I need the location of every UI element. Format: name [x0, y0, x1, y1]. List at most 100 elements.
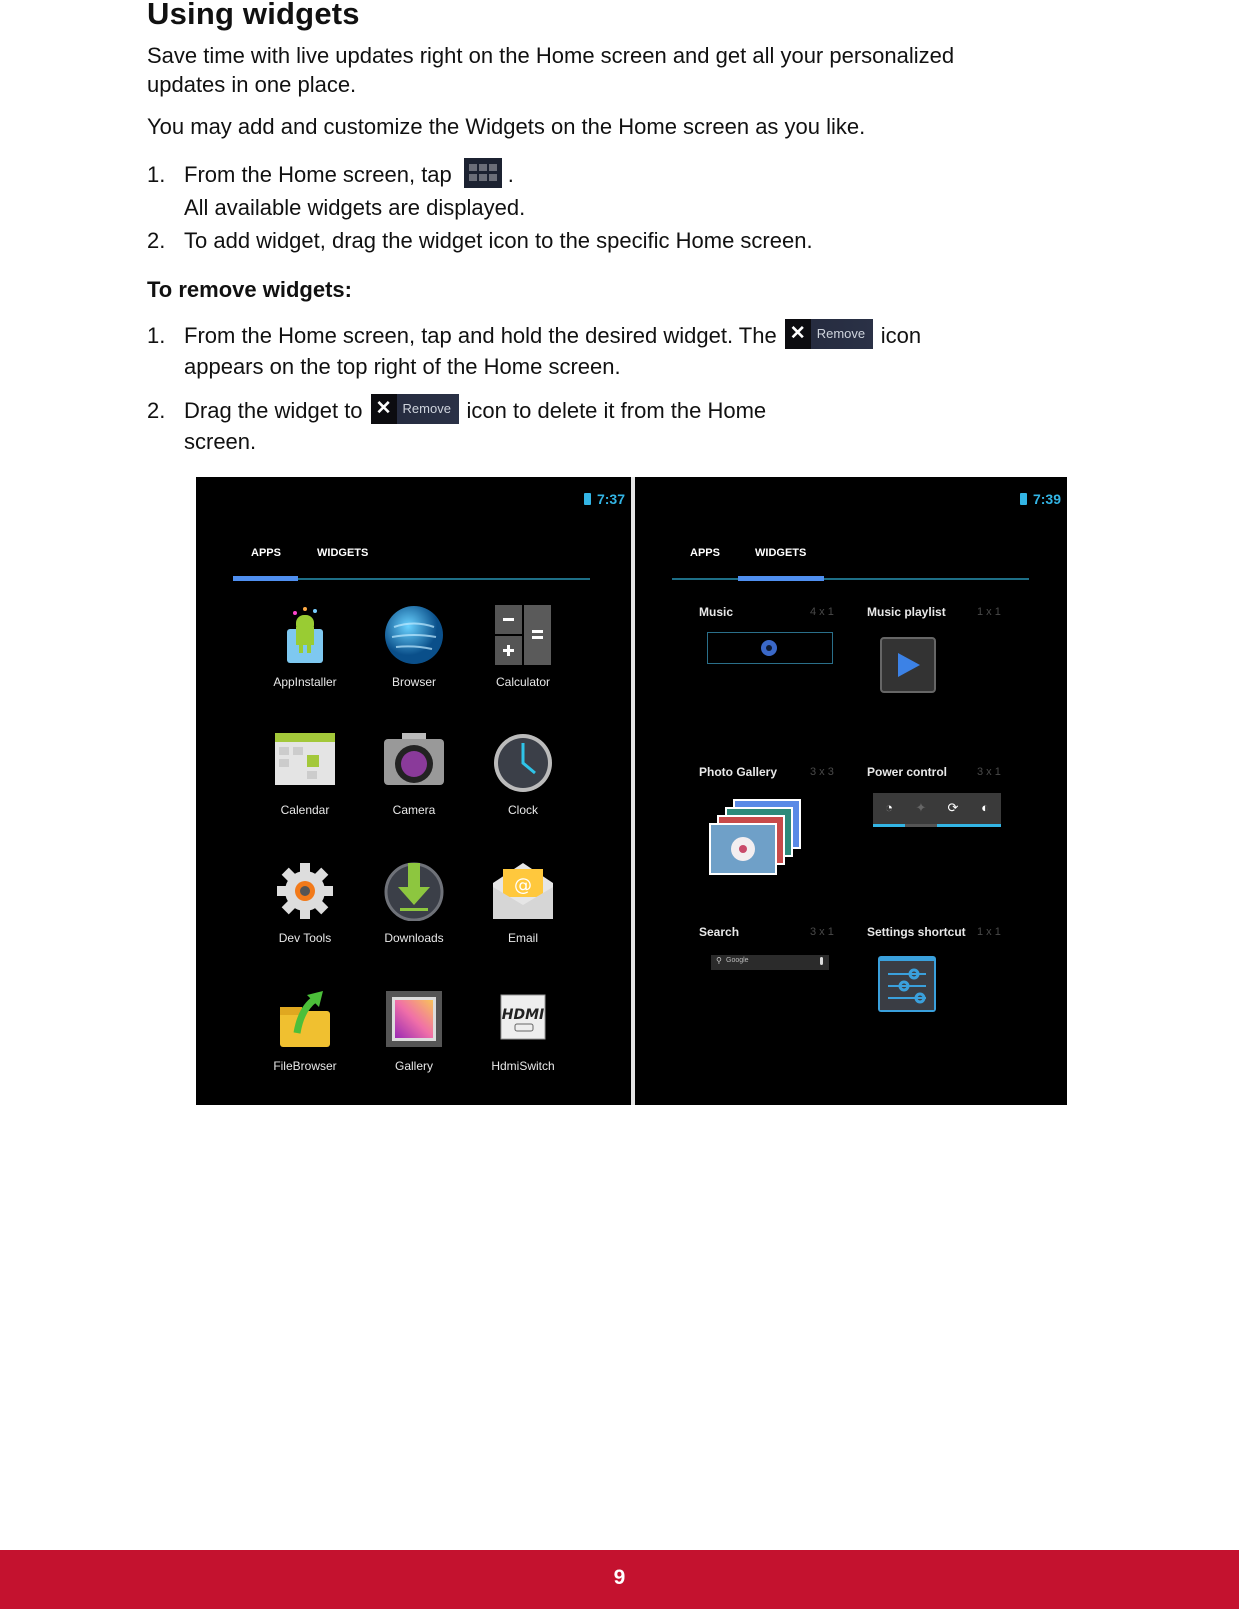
globe-icon: [384, 605, 444, 665]
app-gallery[interactable]: Gallery: [364, 989, 464, 1073]
app-filebrowser[interactable]: FileBrowser: [255, 989, 355, 1073]
app-label: Downloads: [384, 931, 444, 945]
remove-step-2-line2: screen.: [184, 429, 257, 454]
widget-size: 1 x 1: [977, 926, 1001, 938]
step-number: 2.: [147, 228, 166, 253]
search-placeholder: Google: [726, 957, 749, 964]
power-control-widget-preview[interactable]: ◔ ✦ ⟳ ◐: [873, 793, 1001, 827]
app-calendar[interactable]: Calendar: [255, 733, 355, 817]
apps-screenshot: 7:37 APPS WIDGETS AppInstaller Browser C…: [196, 477, 631, 1105]
app-label: Browser: [391, 675, 436, 689]
battery-icon: [583, 493, 591, 505]
widget-name: Music playlist: [867, 605, 946, 619]
settings-shortcut-widget-preview[interactable]: [878, 956, 936, 1012]
app-label: Calendar: [280, 803, 330, 817]
add-step-1-note: All available widgets are displayed.: [184, 195, 526, 220]
photo-gallery-widget-preview[interactable]: [709, 799, 805, 877]
sync-icon: ⟳: [937, 793, 969, 827]
intro-line-3: You may add and customize the Widgets on…: [147, 114, 866, 139]
remove-widgets-heading: To remove widgets:: [147, 277, 352, 302]
tab-indicator: [738, 576, 824, 581]
app-label: Email: [507, 931, 538, 945]
hdmi-icon: HDMI: [493, 989, 553, 1049]
app-label: Camera: [392, 803, 436, 817]
app-label: Clock: [507, 803, 538, 817]
add-step-1: From the Home screen, tap .: [184, 158, 514, 191]
app-downloads[interactable]: Downloads: [364, 861, 464, 945]
camera-icon: [384, 733, 444, 793]
app-calculator[interactable]: Calculator: [473, 605, 573, 689]
remove-icon: ✕ Remove: [784, 319, 873, 350]
app-label: FileBrowser: [273, 1059, 337, 1073]
remove-icon: ✕ Remove: [370, 394, 459, 425]
wifi-icon: ◔: [873, 793, 905, 827]
search-icon: ⚲: [716, 956, 722, 965]
tab-widgets[interactable]: WIDGETS: [317, 547, 368, 559]
music-playlist-widget-preview[interactable]: [880, 637, 936, 693]
widget-name: Music: [699, 605, 734, 619]
gear-icon: [275, 861, 335, 921]
bluetooth-icon: ✦: [905, 793, 937, 827]
calculator-icon: [493, 605, 553, 665]
brightness-icon: ◐: [969, 793, 1001, 827]
speaker-icon: [761, 640, 777, 656]
close-icon: ✕: [789, 323, 806, 345]
clock-icon: [493, 733, 553, 793]
remove-icon-label: Remove: [402, 401, 451, 417]
download-icon: [384, 861, 444, 922]
step-number: 1.: [147, 162, 166, 187]
remove-step-1-line2: appears on the top right of the Home scr…: [184, 354, 621, 379]
status-bar: 7:37: [583, 491, 625, 507]
page-number: 9: [613, 1566, 626, 1589]
app-dev-tools[interactable]: Dev Tools: [255, 861, 355, 945]
tab-apps[interactable]: APPS: [690, 547, 720, 559]
step-text: Drag the widget to: [184, 398, 363, 423]
widget-name: Power control: [867, 765, 948, 779]
step-text: icon to delete it from the Home: [466, 398, 767, 423]
calendar-icon: [275, 733, 335, 793]
app-email[interactable]: @ Email: [473, 861, 573, 945]
tab-widgets[interactable]: WIDGETS: [755, 547, 806, 559]
music-widget-preview[interactable]: [707, 632, 833, 664]
app-hdmiswitch[interactable]: HDMI HdmiSwitch: [473, 989, 573, 1073]
widget-name: Settings shortcut: [867, 925, 966, 939]
widget-name: Photo Gallery: [699, 765, 778, 779]
remove-step-1: From the Home screen, tap and hold the d…: [184, 319, 922, 352]
tab-apps[interactable]: APPS: [251, 547, 281, 559]
appinstaller-icon: [275, 605, 335, 665]
widget-size: 3 x 1: [810, 926, 834, 938]
close-icon: ✕: [375, 398, 392, 420]
add-step-2: To add widget, drag the widget icon to t…: [184, 228, 813, 253]
app-label: Gallery: [394, 1059, 433, 1073]
play-icon: [898, 653, 920, 677]
mic-icon: [820, 957, 823, 965]
tab-divider: [672, 578, 1029, 580]
widgets-screenshot: 7:39 APPS WIDGETS Music 4 x 1 Music play…: [635, 477, 1067, 1105]
status-bar: 7:39: [1019, 491, 1061, 507]
svg-text:HDMI: HDMI: [502, 1007, 544, 1023]
step-text: icon: [880, 323, 922, 348]
app-label: AppInstaller: [273, 675, 337, 689]
app-label: Dev Tools: [278, 931, 332, 945]
gallery-icon: [384, 989, 444, 1049]
app-label: HdmiSwitch: [491, 1059, 555, 1073]
app-clock[interactable]: Clock: [473, 733, 573, 817]
step-text: From the Home screen, tap and hold the d…: [184, 323, 777, 348]
app-browser[interactable]: Browser: [364, 605, 464, 689]
search-widget-preview[interactable]: ⚲ Google: [711, 955, 829, 970]
widget-size: 3 x 3: [810, 766, 834, 778]
tab-indicator: [233, 576, 298, 581]
widget-name: Search: [699, 925, 740, 939]
remove-step-2: Drag the widget to ✕ Remove icon to delete …: [184, 394, 767, 427]
widget-size: 4 x 1: [810, 606, 834, 618]
intro-line-1: Save time with live updates right on the…: [147, 43, 955, 68]
app-camera[interactable]: Camera: [364, 733, 464, 817]
battery-icon: [1019, 493, 1027, 505]
remove-icon-label: Remove: [816, 326, 866, 342]
widget-size: 1 x 1: [977, 606, 1001, 618]
page-title: Using widgets: [147, 0, 360, 31]
step-number: 1.: [147, 323, 166, 348]
app-appinstaller[interactable]: AppInstaller: [255, 605, 355, 689]
clock-time: 7:39: [1032, 491, 1061, 507]
step-text: From the Home screen, tap: [184, 162, 452, 187]
